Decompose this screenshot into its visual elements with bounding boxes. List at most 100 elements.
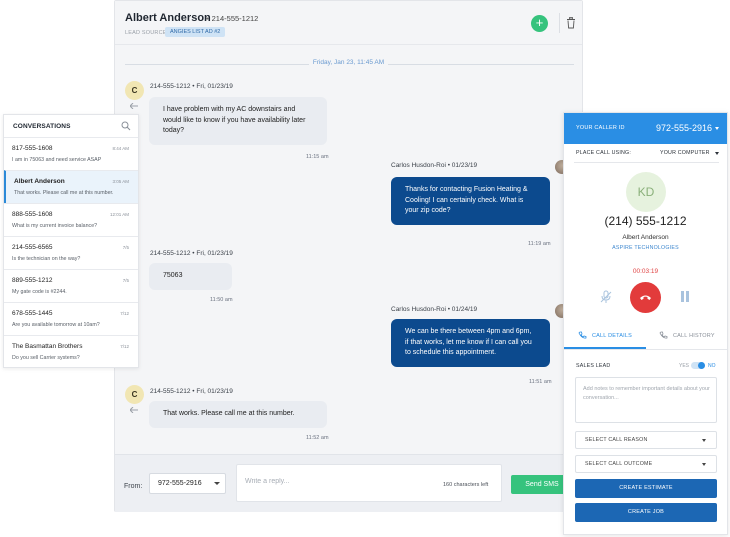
conversation-preview: Is the technician on the way? (12, 256, 81, 262)
conversation-item[interactable]: The Basmattan Brothers Do you sell Carri… (4, 335, 138, 368)
conversation-time: 7/5 (122, 278, 129, 283)
conversation-item[interactable]: 888-555-1608 What is my current invoice … (4, 203, 138, 236)
caller-name: Albert Anderson (622, 234, 669, 241)
hang-up-button[interactable] (630, 282, 661, 313)
trash-icon[interactable] (566, 17, 576, 29)
conversation-time: 8:44 AM (112, 146, 129, 151)
place-call-select[interactable]: YOUR COMPUTER (660, 150, 710, 156)
date-divider: Friday, Jan 23, 11:45 AM (115, 59, 582, 69)
chevron-down-icon (702, 439, 706, 442)
toggle-knob (698, 362, 705, 369)
tab-call-history[interactable]: CALL HISTORY (659, 331, 715, 349)
lead-source-badge[interactable]: ANGIES LIST AD #2 (165, 27, 226, 37)
header-divider (559, 13, 560, 33)
phone-icon (659, 331, 668, 339)
divider (574, 162, 719, 163)
message-bubble-incoming: That works. Please call me at this numbe… (149, 401, 327, 428)
caller-avatar: KD (626, 172, 666, 212)
message-meta: Carlos Husdon-Roi • 01/24/19 (391, 306, 478, 313)
message-meta: 214-555-1212 • Fri, 01/23/19 (150, 250, 233, 257)
caller-company[interactable]: ASPIRE TECHNOLOGIES (564, 245, 727, 251)
conversation-time: 7/12 (120, 311, 129, 316)
conversation-preview: That works. Please call me at this numbe… (14, 190, 114, 196)
conversation-name: 888-555-1608 (12, 211, 53, 218)
place-call-label: PLACE CALL USING: (576, 150, 632, 156)
caller-id-label: YOUR CALLER ID (576, 125, 625, 131)
call-reason-select[interactable]: SELECT CALL REASON (575, 431, 717, 449)
from-number-select[interactable]: 972-555-2916 (149, 473, 226, 494)
chevron-down-icon (715, 152, 719, 155)
character-count: 160 characters left (443, 482, 489, 488)
message-time: 11:15 am (306, 154, 329, 160)
conversation-time: 7/5 (122, 245, 129, 250)
conversation-time: 3:05 AM (112, 179, 129, 184)
reply-icon[interactable] (130, 407, 138, 413)
search-icon[interactable] (121, 121, 131, 131)
reply-icon[interactable] (130, 103, 138, 109)
message-time: 11:19 am (528, 241, 551, 247)
message-time: 11:52 am (306, 435, 329, 441)
message-time: 11:50 am (210, 297, 233, 303)
call-reason-value: SELECT CALL REASON (585, 437, 648, 443)
chevron-down-icon (715, 127, 719, 130)
chat-footer: From: 972-555-2916 160 characters left S… (115, 454, 582, 512)
from-number-value: 972-555-2916 (158, 480, 202, 487)
caller-phone: (214) 555-1212 (604, 214, 687, 228)
conversation-name: 817-555-1608 (12, 145, 53, 152)
chat-header: Albert Anderson 214-555-1212 LEAD SOURCE… (115, 1, 582, 45)
conversation-name: The Basmattan Brothers (12, 343, 83, 350)
conversation-name: 889-555-1212 (12, 277, 53, 284)
message-bubble-outgoing: We can be there between 4pm and 6pm, if … (391, 319, 550, 367)
message-meta: 214-555-1212 • Fri, 01/23/19 (150, 83, 233, 90)
conversation-name: Albert Anderson (14, 178, 65, 185)
conversation-item[interactable]: 214-555-6565 Is the technician on the wa… (4, 236, 138, 269)
conversations-title: CONVERSATIONS (13, 123, 71, 130)
conversation-item[interactable]: 817-555-1608 I am in 75063 and need serv… (4, 137, 138, 170)
mic-off-icon[interactable] (600, 290, 612, 304)
call-outcome-select[interactable]: SELECT CALL OUTCOME (575, 455, 717, 473)
conversation-item[interactable]: 889-555-1212 My gate code is #2244. 7/5 (4, 269, 138, 302)
caller-id-value: 972-555-2916 (656, 123, 713, 133)
chevron-down-icon (702, 463, 706, 466)
create-job-button[interactable]: CREATE JOB (575, 503, 717, 522)
conversation-item-active[interactable]: Albert Anderson That works. Please call … (4, 170, 138, 203)
conversation-preview: Are you available tomorrow at 10am? (12, 322, 100, 328)
from-label: From: (124, 483, 143, 490)
phone-icon (578, 331, 587, 339)
tab-call-details-label: CALL DETAILS (592, 332, 632, 339)
reply-box: 160 characters left (236, 464, 502, 502)
reply-input[interactable] (245, 478, 425, 485)
call-outcome-value: SELECT CALL OUTCOME (585, 461, 653, 467)
conversation-item[interactable]: 678-555-1445 Are you available tomorrow … (4, 302, 138, 335)
message-meta: Carlos Husdon-Roi • 01/23/19 (391, 162, 478, 169)
conversation-preview: I am in 75063 and need service ASAP (12, 157, 102, 163)
customer-avatar: C (125, 81, 144, 100)
chat-panel: Albert Anderson 214-555-1212 LEAD SOURCE… (114, 0, 583, 512)
message-time: 11:51 am (529, 379, 552, 385)
sales-lead-no-label: NO (708, 363, 716, 369)
message-meta: 214-555-1212 • Fri, 01/23/19 (150, 388, 233, 395)
customer-avatar: C (125, 385, 144, 404)
conversation-time: 7/12 (120, 344, 129, 349)
caller-id-bar[interactable]: YOUR CALLER ID 972-555-2916 (564, 113, 727, 144)
sales-lead-toggle[interactable] (691, 362, 705, 369)
tab-call-history-label: CALL HISTORY (673, 332, 715, 339)
divider (564, 349, 727, 350)
conversation-preview: My gate code is #2244. (12, 289, 67, 295)
phone-hangup-icon (640, 295, 651, 300)
create-estimate-button[interactable]: CREATE ESTIMATE (575, 479, 717, 498)
sales-lead-yes-label: YES (679, 363, 690, 369)
call-notes-input[interactable] (583, 385, 711, 417)
conversation-time: 12:01 AM (109, 212, 129, 217)
message-bubble-incoming: I have problem with my AC downstairs and… (149, 97, 327, 145)
conversation-name: 214-555-6565 (12, 244, 53, 251)
call-timer: 00:03:19 (632, 268, 659, 275)
conversation-preview: Do you sell Carrier systems? (12, 355, 80, 361)
pause-icon[interactable] (680, 291, 690, 302)
lead-source-label: LEAD SOURCE (125, 30, 167, 36)
caller-panel: YOUR CALLER ID 972-555-2916 PLACE CALL U… (563, 112, 728, 535)
conversation-name: 678-555-1445 (12, 310, 53, 317)
call-notes-box (575, 377, 717, 423)
message-bubble-incoming: 75063 (149, 263, 232, 290)
add-button[interactable]: + (531, 15, 548, 32)
